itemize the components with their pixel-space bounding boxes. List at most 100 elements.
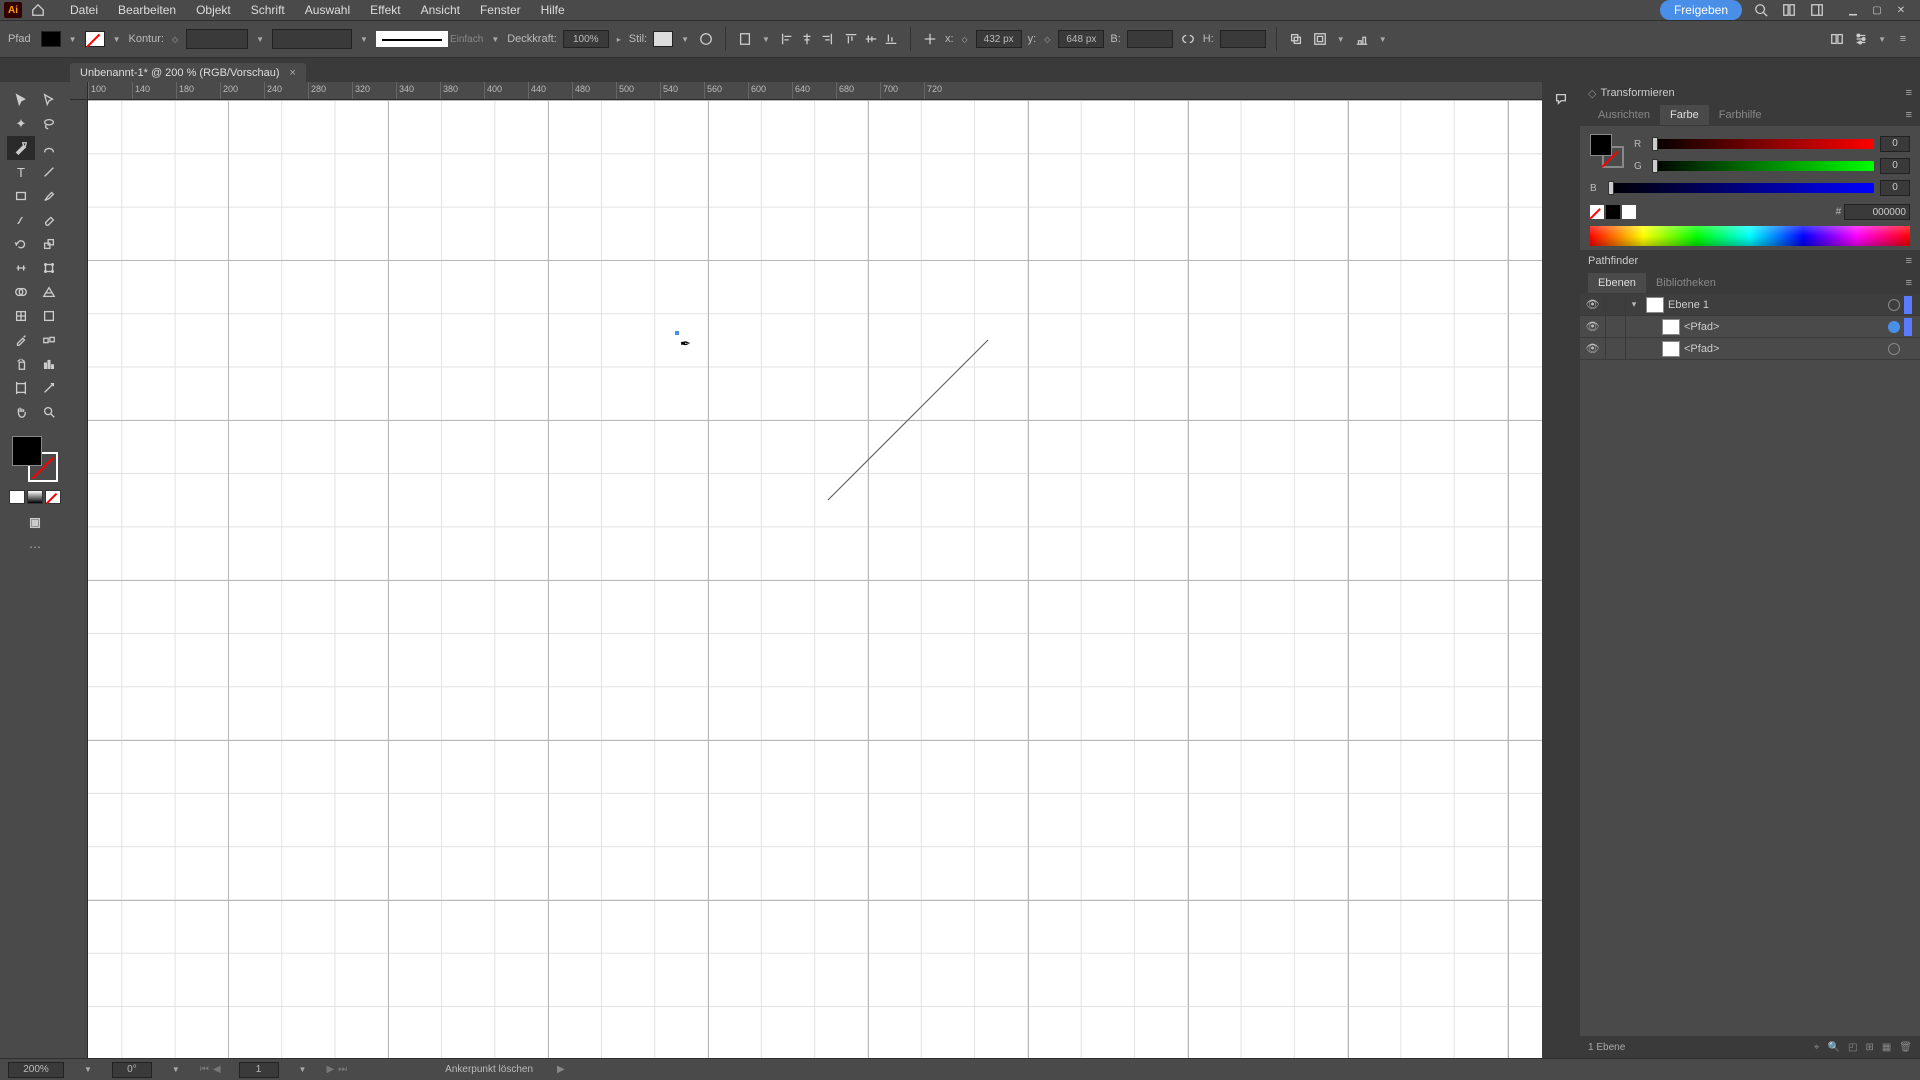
align-bottom-icon[interactable] (882, 30, 900, 48)
visibility-icon[interactable]: 👁 (1580, 338, 1606, 359)
type-tool[interactable]: T (7, 160, 35, 184)
perspective-tool[interactable] (35, 280, 63, 304)
line-tool[interactable] (35, 160, 63, 184)
artboard-number-input[interactable]: 1 (239, 1062, 279, 1078)
transform-point-icon[interactable] (921, 30, 939, 48)
y-input[interactable]: 648 px (1058, 30, 1104, 48)
stroke-caret-icon[interactable]: ▼ (111, 35, 123, 44)
free-transform-tool[interactable] (35, 256, 63, 280)
rectangle-tool[interactable] (7, 184, 35, 208)
new-layer-icon[interactable]: ▦ (1882, 1042, 1891, 1053)
layer-row[interactable]: 👁 <Pfad> (1580, 316, 1920, 338)
transform-tab[interactable]: Transformieren (1600, 87, 1674, 99)
ruler-vertical[interactable] (70, 100, 88, 1058)
lock-cell[interactable] (1606, 316, 1626, 337)
var-width-input[interactable] (272, 29, 352, 49)
width-input[interactable] (1127, 30, 1173, 48)
stroke-profile[interactable] (376, 31, 448, 47)
docsetup-caret-icon[interactable]: ▼ (760, 35, 772, 44)
slice-tool[interactable] (35, 376, 63, 400)
align-right-icon[interactable] (818, 30, 836, 48)
menu-bearbeiten[interactable]: Bearbeiten (110, 1, 184, 19)
gradient-tool[interactable] (35, 304, 63, 328)
menu-hilfe[interactable]: Hilfe (533, 1, 573, 19)
kontur-stepper-icon[interactable]: ◇ (170, 35, 180, 44)
align-to-icon[interactable] (1353, 30, 1371, 48)
eraser-tool[interactable] (35, 208, 63, 232)
delete-layer-icon[interactable]: 🗑 (1899, 1042, 1912, 1053)
selection-tool[interactable] (7, 88, 35, 112)
pathfinder-tab[interactable]: Pathfinder (1588, 255, 1638, 267)
pathfinder-panel-header[interactable]: Pathfinder ≡ (1580, 250, 1920, 272)
search-layer-icon[interactable]: 🔍 (1828, 1042, 1840, 1053)
target-icon[interactable] (1888, 343, 1900, 355)
spectrum[interactable] (1590, 226, 1910, 246)
arrange-docs-icon[interactable] (1780, 2, 1798, 18)
none-swatch[interactable] (1590, 205, 1604, 219)
style-swatch[interactable] (653, 31, 673, 47)
direct-selection-tool[interactable] (35, 88, 63, 112)
window-minimize-icon[interactable]: ▁ (1844, 3, 1862, 17)
color-mode-color[interactable] (9, 490, 25, 504)
layer-name[interactable]: <Pfad> (1684, 343, 1884, 355)
layer-thumb[interactable] (1662, 341, 1680, 357)
layer-thumb[interactable] (1662, 319, 1680, 335)
menu-auswahl[interactable]: Auswahl (297, 1, 358, 19)
menu-fenster[interactable]: Fenster (472, 1, 529, 19)
column-graph-tool[interactable] (35, 352, 63, 376)
artboard[interactable] (88, 100, 1542, 1058)
rotate-tool[interactable] (7, 232, 35, 256)
strokestyle-caret-icon[interactable]: ▼ (489, 35, 501, 44)
magic-wand-tool[interactable]: ✦ (7, 112, 35, 136)
shape-mode-icon[interactable] (1287, 30, 1305, 48)
hand-tool[interactable] (7, 400, 35, 424)
paintbrush-tool[interactable] (35, 184, 63, 208)
visibility-icon[interactable]: 👁 (1580, 294, 1606, 315)
rotate-input[interactable]: 0° (112, 1062, 152, 1078)
panel-menu-icon[interactable]: ≡ (1906, 277, 1912, 289)
align-hcenter-icon[interactable] (798, 30, 816, 48)
next-artboard-icon[interactable]: ▶ (326, 1064, 334, 1075)
fill-box[interactable] (12, 436, 42, 466)
lasso-tool[interactable] (35, 112, 63, 136)
farbhilfe-tab[interactable]: Farbhilfe (1709, 105, 1772, 125)
zoom-tool[interactable] (35, 400, 63, 424)
black-swatch[interactable] (1606, 205, 1620, 219)
layer-row[interactable]: 👁 <Pfad> (1580, 338, 1920, 360)
artboard-tool[interactable] (7, 376, 35, 400)
fill-caret-icon[interactable]: ▼ (67, 35, 79, 44)
status-play-icon[interactable]: ▶ (557, 1064, 565, 1075)
draw-mode[interactable] (21, 512, 49, 534)
kontur-width-input[interactable] (186, 29, 248, 49)
search-icon[interactable] (1752, 2, 1770, 18)
hex-input[interactable] (1844, 204, 1910, 220)
last-artboard-icon[interactable]: ⏭ (338, 1064, 347, 1075)
layer-name[interactable]: <Pfad> (1684, 321, 1884, 333)
panel-menu-icon[interactable]: ≡ (1906, 255, 1912, 267)
color-mode-gradient[interactable] (27, 490, 43, 504)
prefs-icon[interactable] (1852, 30, 1870, 48)
opacity-input[interactable]: 100% (563, 30, 609, 48)
prefs-caret-icon[interactable]: ▼ (1876, 35, 1888, 44)
kontur-caret-icon[interactable]: ▼ (254, 35, 266, 44)
menu-ansicht[interactable]: Ansicht (413, 1, 468, 19)
lock-cell[interactable] (1606, 294, 1626, 315)
x-stepper-icon[interactable]: ◇ (960, 35, 970, 44)
home-icon[interactable] (28, 2, 48, 18)
farbe-tab[interactable]: Farbe (1660, 105, 1709, 125)
menu-datei[interactable]: Datei (62, 1, 106, 19)
y-stepper-icon[interactable]: ◇ (1042, 35, 1052, 44)
fill-swatch[interactable] (41, 31, 61, 47)
isolate-icon[interactable] (1311, 30, 1329, 48)
artboard-caret-icon[interactable]: ▼ (297, 1065, 309, 1074)
align-left-icon[interactable] (778, 30, 796, 48)
eyedropper-tool[interactable] (7, 328, 35, 352)
mesh-tool[interactable] (7, 304, 35, 328)
g-input[interactable]: 0 (1880, 158, 1910, 174)
ruler-horizontal[interactable]: 1001401802002402803203403804004404805005… (88, 82, 1542, 100)
b-slider[interactable] (1608, 183, 1874, 193)
curvature-tool[interactable] (35, 136, 63, 160)
clip-mask-icon[interactable]: ◰ (1848, 1042, 1857, 1053)
alignto-caret-icon[interactable]: ▼ (1377, 35, 1389, 44)
transform-panel-header[interactable]: ◇ Transformieren ≡ (1580, 82, 1920, 104)
